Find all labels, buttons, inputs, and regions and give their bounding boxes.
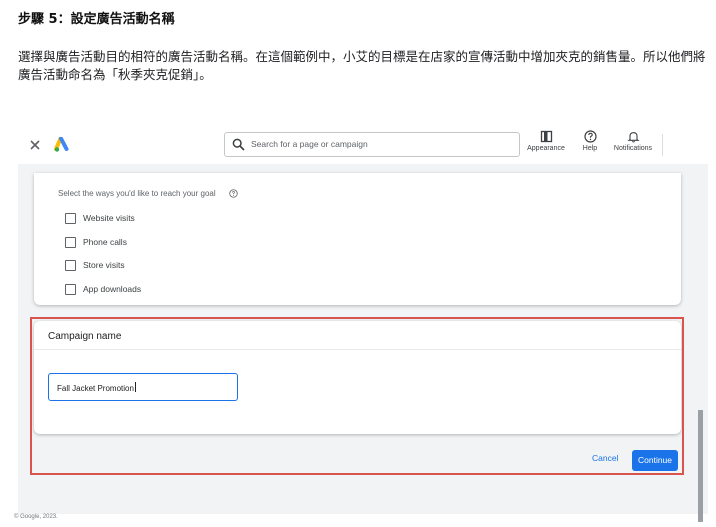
help-label: Help (582, 145, 598, 152)
checkbox-label: Store visits (83, 260, 125, 270)
help-button[interactable]: Help (579, 130, 601, 160)
checkbox[interactable] (65, 237, 76, 248)
notifications-button[interactable]: Notifications (608, 130, 658, 160)
toolbar-divider (662, 134, 663, 156)
checkbox[interactable] (65, 260, 76, 271)
appearance-button[interactable]: Appearance (523, 130, 569, 160)
highlight-box (30, 317, 684, 475)
appearance-label: Appearance (527, 145, 565, 152)
continue-button[interactable]: Continue (632, 450, 678, 471)
scrollbar[interactable] (698, 410, 703, 522)
bell-icon (626, 132, 640, 143)
appearance-icon (540, 130, 552, 143)
ads-screenshot: Search for a page or campaign Appearance… (14, 128, 708, 527)
step-description: 選擇與廣告活動目的相符的廣告活動名稱。在這個範例中，小艾的目標是在店家的宣傳活動… (18, 49, 706, 82)
goals-label: Select the ways you'd like to reach your… (58, 189, 216, 198)
search-icon (232, 138, 245, 151)
close-icon[interactable] (28, 138, 42, 152)
cancel-button[interactable]: Cancel (592, 453, 618, 463)
goals-card: Select the ways you'd like to reach your… (34, 173, 681, 305)
search-placeholder: Search for a page or campaign (251, 139, 368, 149)
copyright-footer: © Google, 2023. (14, 514, 58, 520)
google-ads-logo (54, 137, 69, 152)
checkbox[interactable] (65, 213, 76, 224)
help-icon[interactable] (229, 189, 238, 198)
checkbox-label: App downloads (83, 284, 142, 294)
notifications-label: Notifications (613, 145, 653, 152)
top-bar: Search for a page or campaign Appearance… (18, 128, 708, 164)
help-icon (583, 130, 597, 143)
checkbox-label: Website visits (83, 213, 135, 223)
search-field[interactable]: Search for a page or campaign (224, 132, 520, 157)
checkbox-label: Phone calls (83, 237, 127, 247)
checkbox[interactable] (65, 284, 76, 295)
step-heading: 步驟 5：設定廣告活動名稱 (18, 12, 175, 27)
